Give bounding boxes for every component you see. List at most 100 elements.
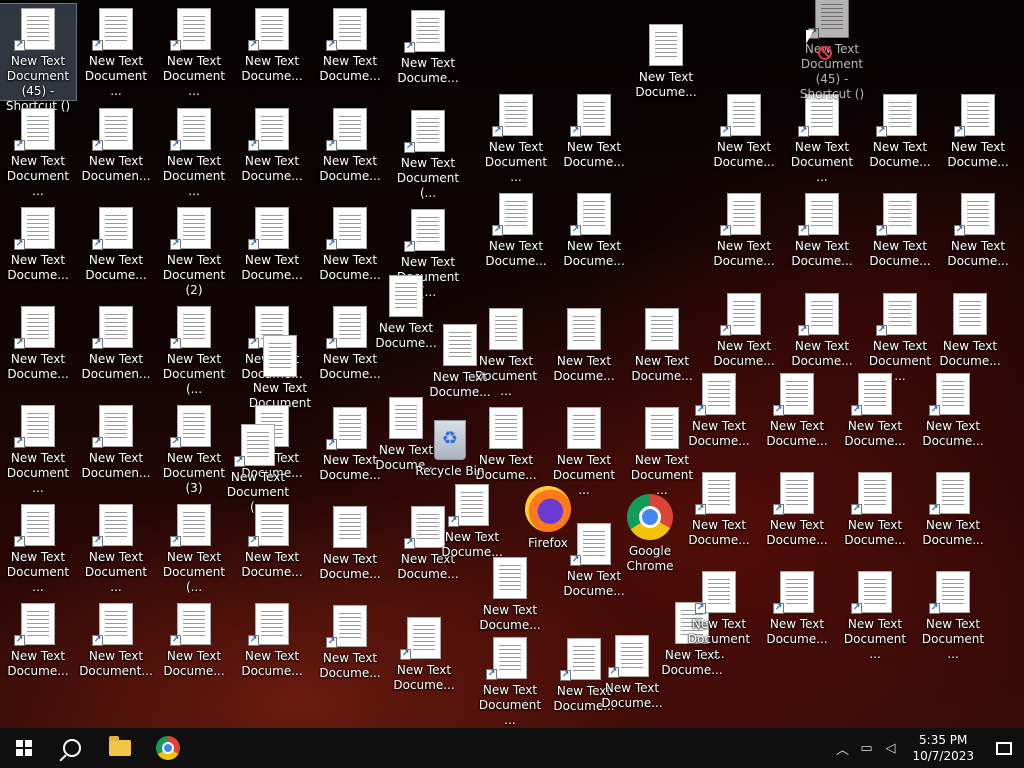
desktop-icon-text-document[interactable]: ↗ New Text Docume...	[312, 104, 388, 200]
shortcut-arrow-icon: ↗	[170, 437, 181, 448]
desktop-icon-text-document[interactable]: ↗ New Text Document...	[78, 599, 154, 695]
desktop-icon-text-document[interactable]: ↗ New Text Document ...	[681, 567, 757, 663]
desktop-icon-text-document[interactable]: ↗ New Text Docume...	[234, 104, 310, 200]
desktop[interactable]: ↗ New Text Document (45) - Shortcut () ↗ Ne…	[0, 0, 1024, 728]
dragged-label: New Text Document (45) - Shortcut ()	[799, 42, 865, 101]
chrome-taskbar-button[interactable]	[144, 728, 192, 768]
desktop-app-firefox[interactable]: Firefox	[510, 482, 586, 578]
desktop-icon-text-document[interactable]: ↗ New Text Docume...	[0, 302, 76, 398]
text-document-icon: ↗	[326, 108, 367, 151]
desktop-icon-text-document[interactable]: ↗ New Text Docume...	[915, 369, 991, 465]
text-document-icon: ↗	[14, 504, 55, 547]
desktop-icon-text-document[interactable]: ↗ New Text Document ...	[78, 4, 154, 100]
shortcut-arrow-icon: ↗	[326, 140, 337, 151]
desktop-icon-text-document[interactable]: New Text Docume...	[312, 502, 388, 598]
desktop-icon-text-document[interactable]: New Text Docume...	[546, 304, 622, 400]
system-tray: ︿ ▭ ◁ 5:35 PM 10/7/2023	[830, 728, 1024, 768]
desktop-icon-text-document[interactable]: ↗ New Text Docume...	[759, 369, 835, 465]
desktop-icon-text-document[interactable]: ↗ New Text Document (45) - Shortcut ()	[0, 3, 77, 113]
desktop-icon-text-document[interactable]: ↗ New Text Docume...	[556, 189, 632, 285]
desktop-app-chrome[interactable]: Google Chrome	[612, 490, 688, 586]
desktop-icon-text-document[interactable]: ↗ New Text Docume...	[234, 500, 310, 596]
shortcut-arrow-icon: ↗	[14, 635, 25, 646]
desktop-icon-text-document[interactable]: ↗ New Text Docume...	[0, 599, 76, 695]
desktop-icon-text-document[interactable]: ↗ New Text Docume...	[78, 203, 154, 299]
desktop-icon-text-document[interactable]: ↗ New Text Docume...	[312, 302, 388, 398]
desktop-icon-text-document[interactable]: ↗ New Text Docume...	[759, 567, 835, 663]
desktop-icon-label: New Text Docume...	[635, 70, 697, 99]
desktop-icon-text-document[interactable]: ↗ New Text Document ...	[478, 90, 554, 186]
text-document-icon: ↗	[326, 605, 367, 648]
shortcut-arrow-icon: ↗	[14, 338, 25, 349]
desktop-icon-text-document[interactable]: ↗ New Text Document ...	[472, 633, 548, 729]
desktop-icon-text-document[interactable]: ↗ New Text Document (2)	[156, 203, 232, 299]
desktop-icon-text-document[interactable]: ↗ New Text Document ...	[915, 567, 991, 663]
desktop-icon-text-document[interactable]: ↗ New Text Documen...	[78, 104, 154, 200]
text-document-icon: ↗	[248, 8, 289, 51]
desktop-icon-label: New Text Docume...	[393, 663, 455, 692]
shortcut-arrow-icon: ↗	[773, 504, 784, 515]
shortcut-arrow-icon: ↗	[170, 536, 181, 547]
desktop-icon-label: New Text Docume...	[479, 603, 541, 632]
file-explorer-button[interactable]	[96, 728, 144, 768]
shortcut-arrow-icon: ↗	[876, 126, 887, 137]
network-icon[interactable]: ▭	[854, 741, 878, 756]
desktop-icon-text-document[interactable]: ↗ New Text Docume...	[784, 189, 860, 285]
desktop-icon-text-document[interactable]: ↗ New Text Docume...	[940, 90, 1016, 186]
desktop-icon-text-document[interactable]: ↗ New Text Docume...	[706, 189, 782, 285]
clock[interactable]: 5:35 PM 10/7/2023	[902, 732, 984, 764]
desktop-icon-text-document[interactable]: ↗ New Text Docume...	[234, 4, 310, 100]
desktop-icon-text-document[interactable]: ↗ New Text Docume...	[862, 189, 938, 285]
desktop-icon-text-document[interactable]: ↗ New Text Document ...	[0, 104, 76, 200]
desktop-icon-label: New Text Docume...	[319, 651, 381, 680]
desktop-icon-text-document[interactable]: ↗ New Text Document ...	[784, 90, 860, 186]
desktop-icon-text-document[interactable]: ↗ New Text Docume...	[234, 203, 310, 299]
desktop-icon-text-document[interactable]: ↗ New Text Document ...	[156, 104, 232, 200]
desktop-icon-text-document[interactable]: ↗ New Text Documen...	[78, 401, 154, 497]
desktop-icon-text-document[interactable]: ↗ New Text Docume...	[156, 599, 232, 695]
desktop-app-recycle[interactable]: ♻ Recycle Bin	[412, 416, 488, 512]
desktop-icon-text-document[interactable]: ↗ New Text Document ...	[0, 401, 76, 497]
desktop-icon-text-document[interactable]: ↗ New Text Docume...	[862, 90, 938, 186]
desktop-icon-label: New Text Document (...	[396, 156, 460, 200]
desktop-icon-text-document[interactable]: ↗ New Text Document ...	[0, 500, 76, 596]
shortcut-arrow-icon: ↗	[92, 239, 103, 250]
desktop-icon-text-document[interactable]: New Text Docume...	[628, 20, 704, 116]
text-document-icon: ↗	[400, 617, 441, 660]
text-document-icon: ↗	[248, 504, 289, 547]
desktop-icon-text-document[interactable]: ↗ New Text Docume...	[759, 468, 835, 564]
desktop-icon-text-document[interactable]: ↗ New Text Document (...	[156, 302, 232, 398]
shortcut-arrow-icon: ↗	[170, 635, 181, 646]
volume-muted-icon[interactable]: ◁	[878, 741, 902, 756]
desktop-icon-text-document[interactable]: ↗ New Text Docume...	[681, 369, 757, 465]
desktop-icon-text-document[interactable]: ↗ New Text Document (...	[390, 106, 466, 202]
shortcut-arrow-icon: ↗	[248, 635, 259, 646]
desktop-icon-text-document[interactable]: ↗ New Text Docume...	[837, 468, 913, 564]
desktop-icon-text-document[interactable]: ↗ New Text Docume...	[478, 189, 554, 285]
desktop-icon-text-document[interactable]: ↗ New Text Docume...	[312, 4, 388, 100]
text-document-icon	[645, 407, 679, 449]
desktop-icon-text-document[interactable]: ↗ New Text Document ...	[156, 4, 232, 100]
text-document-icon: ↗	[92, 603, 133, 646]
action-center-button[interactable]	[984, 728, 1024, 768]
chevron-up-icon[interactable]: ︿	[830, 739, 854, 758]
search-button[interactable]	[48, 728, 96, 768]
desktop-icon-text-document[interactable]: ↗ New Text Document ...	[837, 567, 913, 663]
desktop-icon-text-document[interactable]: ↗ New Text Document ...	[78, 500, 154, 596]
desktop-icon-text-document[interactable]: ↗ New Text Docume...	[234, 599, 310, 695]
desktop-icon-text-document[interactable]: ↗ New Text Document (...	[156, 500, 232, 596]
text-document-icon	[649, 24, 683, 66]
desktop-icon-text-document[interactable]: ↗ New Text Docume...	[0, 203, 76, 299]
desktop-icon-text-document[interactable]: ↗ New Text Docume...	[681, 468, 757, 564]
desktop-icon-text-document[interactable]: ↗ New Text Docume...	[915, 468, 991, 564]
start-button[interactable]	[0, 728, 48, 768]
desktop-icon-text-document[interactable]: ↗ New Text Docume...	[312, 601, 388, 697]
desktop-icon-text-document[interactable]: ↗ New Text Docume...	[556, 90, 632, 186]
desktop-icon-text-document[interactable]: ↗ New Text Docume...	[940, 189, 1016, 285]
taskbar: ︿ ▭ ◁ 5:35 PM 10/7/2023	[0, 728, 1024, 768]
desktop-icon-text-document[interactable]: ↗ New Text Docume...	[837, 369, 913, 465]
desktop-icon-text-document[interactable]: ↗ New Text Documen...	[78, 302, 154, 398]
desktop-icon-text-document[interactable]: ↗ New Text Docume...	[706, 90, 782, 186]
desktop-icon-text-document[interactable]: ↗ New Text Docume...	[390, 6, 466, 102]
desktop-icon-text-document[interactable]: ↗ New Text Docume...	[386, 613, 462, 709]
